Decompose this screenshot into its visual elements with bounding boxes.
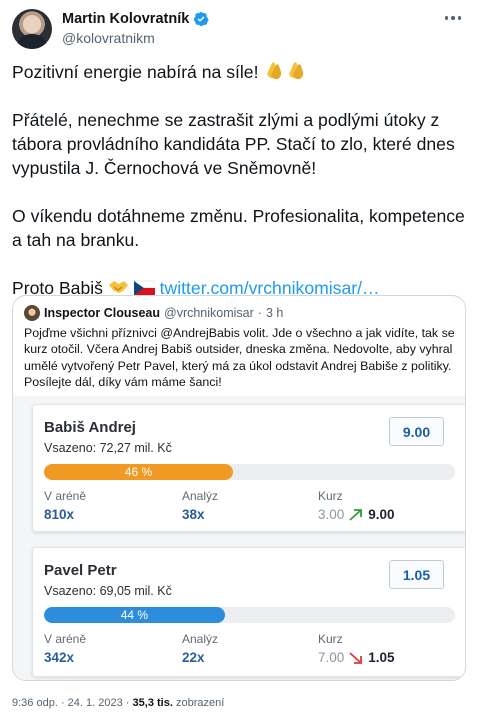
view-count: 35,3 tis. <box>132 697 173 709</box>
candidate-staked: Vsazeno: 72,27 mil. Kč <box>44 441 172 455</box>
arena-stat: V aréně 342x <box>44 632 86 665</box>
author-handle[interactable]: @kolovratnikm <box>62 30 155 46</box>
footer-separator: · <box>60 697 65 709</box>
kurz-row: 3.00 9.00 <box>318 507 395 522</box>
betting-screenshot: Babiš Andrej Vsazeno: 72,27 mil. Kč 9.00… <box>13 396 465 680</box>
kurz-old: 3.00 <box>318 507 345 522</box>
analyses-stat: Analýz 38x <box>182 489 218 522</box>
quoted-tweet-card[interactable]: Inspector Clouseau @vrchnikomisar · 3 h … <box>12 295 466 681</box>
arena-value: 810x <box>44 507 75 522</box>
author-display-name[interactable]: Martin Kolovratník <box>62 11 189 27</box>
arena-value: 342x <box>44 650 75 665</box>
kurz-row: 7.00 1.05 <box>318 650 395 665</box>
candidate-name: Babiš Andrej <box>44 419 136 436</box>
quoted-author-handle: @vrchnikomisar <box>164 306 254 320</box>
czech-flag-icon <box>133 280 155 295</box>
share-bar: 46 % <box>44 464 455 480</box>
arena-label: V aréně <box>44 489 87 503</box>
tweet-time[interactable]: 9:36 odp. <box>12 697 58 709</box>
tweet-line-1: Pozitivní energie nabírá na síle! <box>12 60 470 84</box>
analyses-label: Analýz <box>182 489 219 503</box>
quoted-separator: · <box>257 306 262 320</box>
trend-down-arrow-icon <box>349 651 363 664</box>
tweet-footer: 9:36 odp. · 24. 1. 2023 · 35,3 tis. zobr… <box>12 697 224 709</box>
candidate-card: Pavel Petr Vsazeno: 69,05 mil. Kč 1.05 4… <box>32 547 465 677</box>
share-bar-fill: 44 % <box>44 607 225 623</box>
candidate-card: Babiš Andrej Vsazeno: 72,27 mil. Kč 9.00… <box>32 404 465 532</box>
handshake-icon <box>108 281 128 293</box>
tweet-header: Martin Kolovratník @kolovratnikm <box>12 9 468 49</box>
kurz-label: Kurz <box>318 632 343 646</box>
kurz-old: 7.00 <box>318 650 345 665</box>
quoted-author-name: Inspector Clouseau <box>44 306 160 320</box>
kurz-stat: Kurz 7.00 1.05 <box>318 632 395 665</box>
share-bar-fill: 46 % <box>44 464 234 480</box>
quoted-tweet-text: Pojďme všichni příznivci @AndrejBabis vo… <box>24 326 455 390</box>
quoted-tweet-header: Inspector Clouseau @vrchnikomisar · 3 h <box>24 305 283 321</box>
tweet-date[interactable]: 24. 1. 2023 <box>68 697 123 709</box>
tweet-paragraph-2: Přátelé, nenechme se zastrašit zlými a p… <box>12 110 455 178</box>
kurz-stat: Kurz 3.00 9.00 <box>318 489 395 522</box>
candidate-name: Pavel Petr <box>44 562 117 579</box>
analyses-value: 22x <box>182 650 205 665</box>
author-name-row: Martin Kolovratník <box>62 11 209 27</box>
kurz-new: 9.00 <box>368 507 395 522</box>
kurz-new: 1.05 <box>368 650 395 665</box>
kurz-label: Kurz <box>318 489 343 503</box>
arena-label: V aréně <box>44 632 87 646</box>
verified-badge-icon <box>194 12 209 27</box>
arena-stat: V aréně 810x <box>44 489 86 522</box>
candidate-staked: Vsazeno: 69,05 mil. Kč <box>44 584 172 598</box>
analyses-label: Analýz <box>182 632 219 646</box>
trend-up-arrow-icon <box>349 508 363 521</box>
more-options-icon[interactable] <box>442 13 464 23</box>
share-bar: 44 % <box>44 607 455 623</box>
odds-button: 1.05 <box>389 560 444 589</box>
view-count-label: zobrazení <box>175 697 225 709</box>
clapping-hands-icon <box>267 62 282 80</box>
tweet-paragraph-3: O víkendu dotáhneme změnu. Profesionalit… <box>12 206 465 250</box>
analyses-stat: Analýz 22x <box>182 632 218 665</box>
tweet-text: Pozitivní energie nabírá na síle! Přátel… <box>12 60 470 324</box>
tweet-line-1-text: Pozitivní energie nabírá na síle! <box>12 62 259 82</box>
author-avatar[interactable] <box>12 9 52 49</box>
quoted-time: 3 h <box>265 306 284 320</box>
analyses-value: 38x <box>182 507 205 522</box>
footer-separator: · <box>125 697 130 709</box>
quoted-author-avatar <box>24 305 40 321</box>
clapping-hands-icon <box>289 62 304 80</box>
odds-button: 9.00 <box>389 417 444 446</box>
